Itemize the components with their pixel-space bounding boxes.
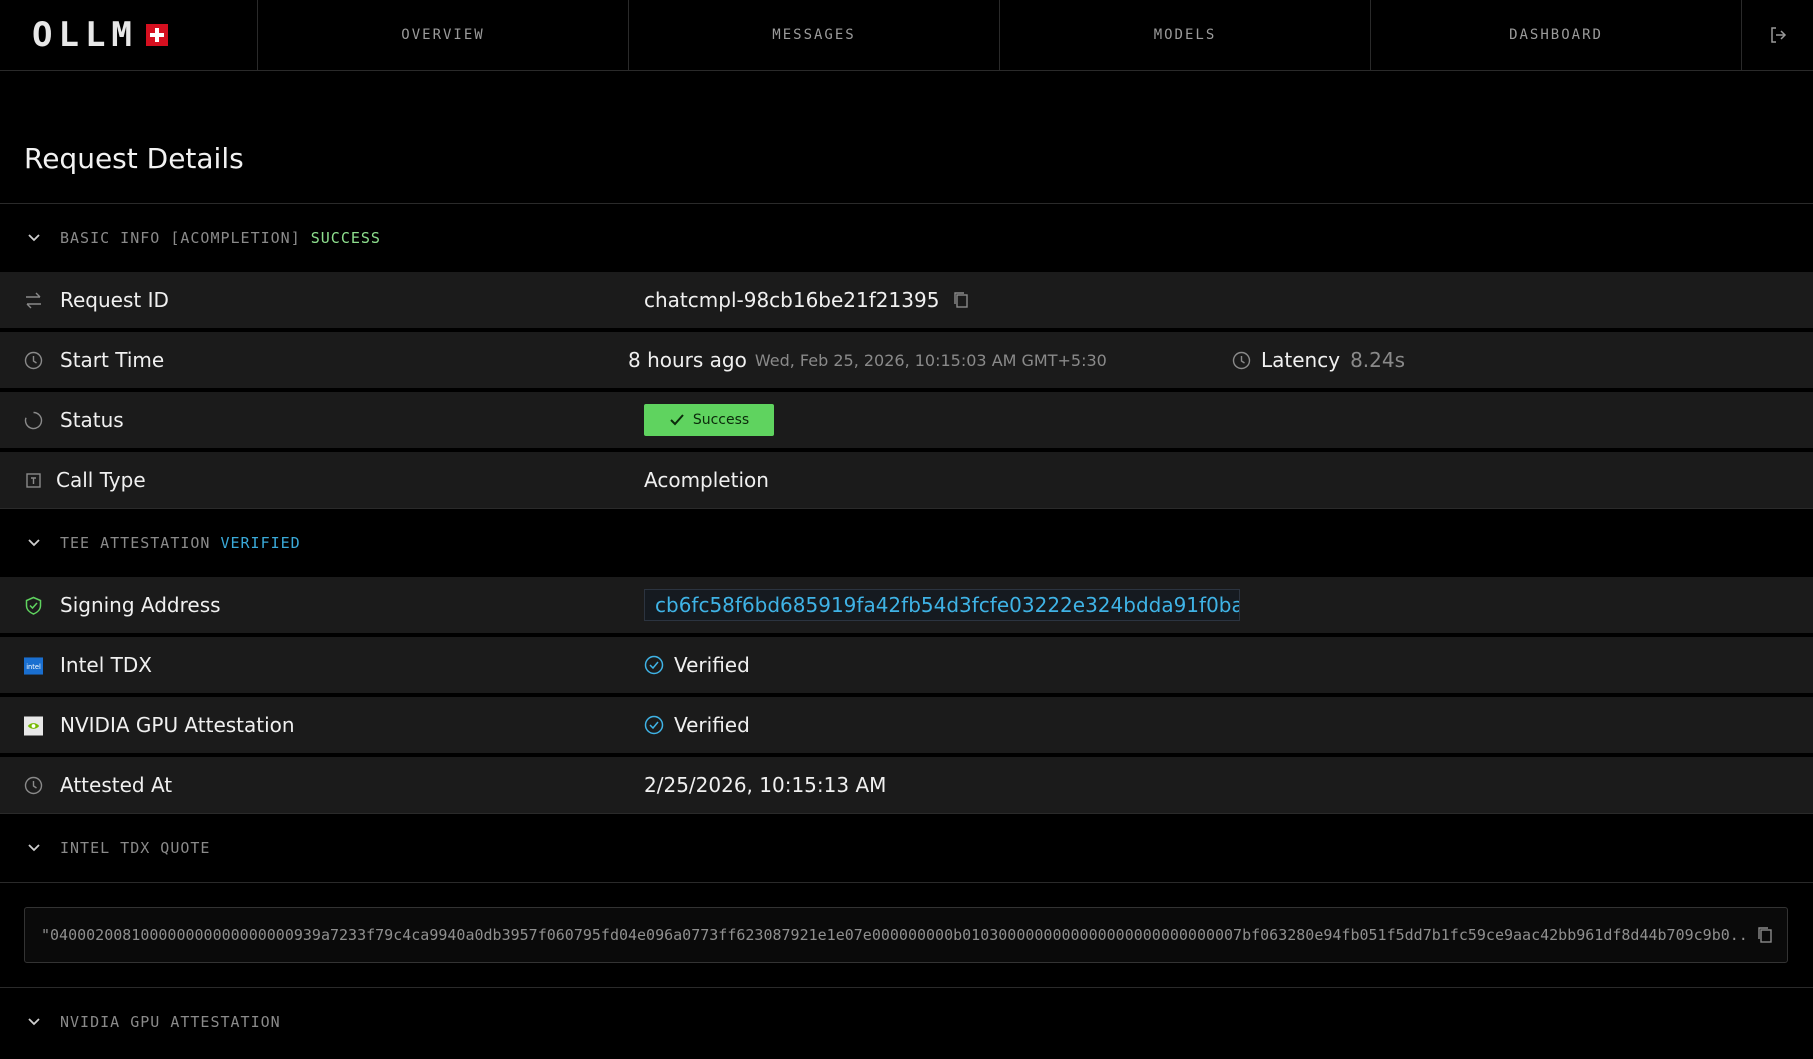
- logo[interactable]: OLLM: [0, 0, 258, 70]
- nvidia-logo-icon: [24, 716, 43, 735]
- page-title: Request Details: [24, 142, 244, 175]
- tab-dashboard[interactable]: DASHBOARD: [1371, 0, 1742, 70]
- latency-value: 8.24s: [1350, 348, 1406, 372]
- intel-tdx-row: intel Intel TDX Verified: [0, 637, 1813, 693]
- logout-button[interactable]: [1742, 0, 1813, 70]
- intel-tdx-value: Verified: [644, 653, 750, 677]
- chevron-down-icon: [28, 1018, 40, 1026]
- tab-messages[interactable]: MESSAGES: [629, 0, 1000, 70]
- intel-tdx-quote-header[interactable]: INTEL TDX QUOTE: [0, 814, 1813, 882]
- nvidia-gpu-attestation-title: NVIDIA GPU ATTESTATION: [60, 1013, 281, 1031]
- arrows-swap-icon: [24, 291, 43, 310]
- signing-address-link[interactable]: cb6fc58f6bd685919fa42fb54d3fcfe03222e324…: [644, 589, 1240, 621]
- status-label: Status: [60, 408, 124, 432]
- copy-icon[interactable]: [953, 291, 969, 309]
- clock-icon: [24, 351, 43, 370]
- call-type-row: Call Type Acompletion: [0, 452, 1813, 508]
- nvidia-gpu-status: Verified: [674, 713, 750, 737]
- call-type-value: Acompletion: [644, 468, 769, 492]
- nvidia-gpu-label: NVIDIA GPU Attestation: [60, 713, 295, 737]
- request-id-value: chatcmpl-98cb16be21f21395: [644, 288, 969, 312]
- start-time-relative: 8 hours ago: [628, 348, 747, 372]
- start-time-absolute: Wed, Feb 25, 2026, 10:15:03 AM GMT+5:30: [754, 350, 1107, 370]
- copy-icon[interactable]: [1757, 926, 1773, 944]
- nvidia-gpu-row: NVIDIA GPU Attestation Verified: [0, 697, 1813, 753]
- status-spinner-icon: [24, 411, 43, 430]
- start-time-row: Start Time 8 hours ago Wed, Feb 25, 2026…: [0, 332, 1813, 388]
- chevron-down-icon: [28, 234, 40, 242]
- check-icon: [670, 414, 684, 426]
- status-badge: Success: [644, 404, 774, 436]
- start-time-value: 8 hours ago Wed, Feb 25, 2026, 10:15:03 …: [628, 348, 1107, 372]
- latency: Latency 8.24s: [1261, 348, 1405, 372]
- signing-address-value: cb6fc58f6bd685919fa42fb54d3fcfe03222e324…: [644, 589, 1240, 621]
- svg-text:intel: intel: [26, 662, 41, 670]
- divider: [0, 882, 1813, 883]
- tdx-quote-text[interactable]: "040002008100000000000000000939a7233f79c…: [41, 926, 1749, 944]
- top-nav: OLLM OVERVIEW MESSAGES MODELS DASHBOARD: [0, 0, 1813, 71]
- attested-at-label: Attested At: [60, 773, 173, 797]
- tee-attestation-title: TEE ATTESTATION: [60, 534, 211, 552]
- function-icon: [24, 471, 43, 490]
- request-id-row: Request ID chatcmpl-98cb16be21f21395: [0, 272, 1813, 328]
- check-circle-icon: [644, 715, 664, 735]
- basic-info-header[interactable]: BASIC INFO [ACOMPLETION] SUCCESS: [0, 204, 1813, 272]
- intel-tdx-status: Verified: [674, 653, 750, 677]
- chevron-down-icon: [28, 844, 40, 852]
- shield-check-icon: [24, 596, 43, 615]
- tab-overview[interactable]: OVERVIEW: [258, 0, 629, 70]
- intel-tdx-label: Intel TDX: [60, 653, 152, 677]
- basic-info-status: SUCCESS: [310, 229, 381, 247]
- latency-label: Latency: [1261, 348, 1341, 372]
- intel-logo-icon: intel: [24, 656, 43, 675]
- nvidia-gpu-attestation-header[interactable]: NVIDIA GPU ATTESTATION: [0, 988, 1813, 1056]
- attested-at-row: Attested At 2/25/2026, 10:15:13 AM: [0, 757, 1813, 813]
- nvidia-gpu-value: Verified: [644, 713, 750, 737]
- basic-info-title: BASIC INFO [ACOMPLETION]: [60, 229, 301, 247]
- tdx-quote-box: "040002008100000000000000000939a7233f79c…: [24, 907, 1788, 963]
- status-badge-text: Success: [692, 412, 750, 428]
- logout-icon: [1770, 27, 1786, 43]
- swiss-cross-icon: [145, 24, 168, 46]
- request-id-text: chatcmpl-98cb16be21f21395: [644, 288, 940, 312]
- clock-icon: [1232, 351, 1251, 370]
- start-time-label: Start Time: [60, 348, 165, 372]
- clock-icon: [24, 776, 43, 795]
- signing-address-label: Signing Address: [60, 593, 221, 617]
- tee-attestation-header[interactable]: TEE ATTESTATION VERIFIED: [0, 509, 1813, 577]
- intel-tdx-quote-title: INTEL TDX QUOTE: [60, 839, 211, 857]
- tee-attestation-status: VERIFIED: [220, 534, 301, 552]
- attested-at-value: 2/25/2026, 10:15:13 AM: [644, 773, 887, 797]
- chevron-down-icon: [28, 539, 40, 547]
- check-circle-icon: [644, 655, 664, 675]
- request-id-label: Request ID: [60, 288, 169, 312]
- signing-address-row: Signing Address cb6fc58f6bd685919fa42fb5…: [0, 577, 1813, 633]
- logo-text: OLLM: [32, 15, 138, 55]
- call-type-label: Call Type: [56, 468, 146, 492]
- tab-models[interactable]: MODELS: [1000, 0, 1371, 70]
- status-row: Status Success: [0, 392, 1813, 448]
- status-value: Success: [644, 404, 774, 436]
